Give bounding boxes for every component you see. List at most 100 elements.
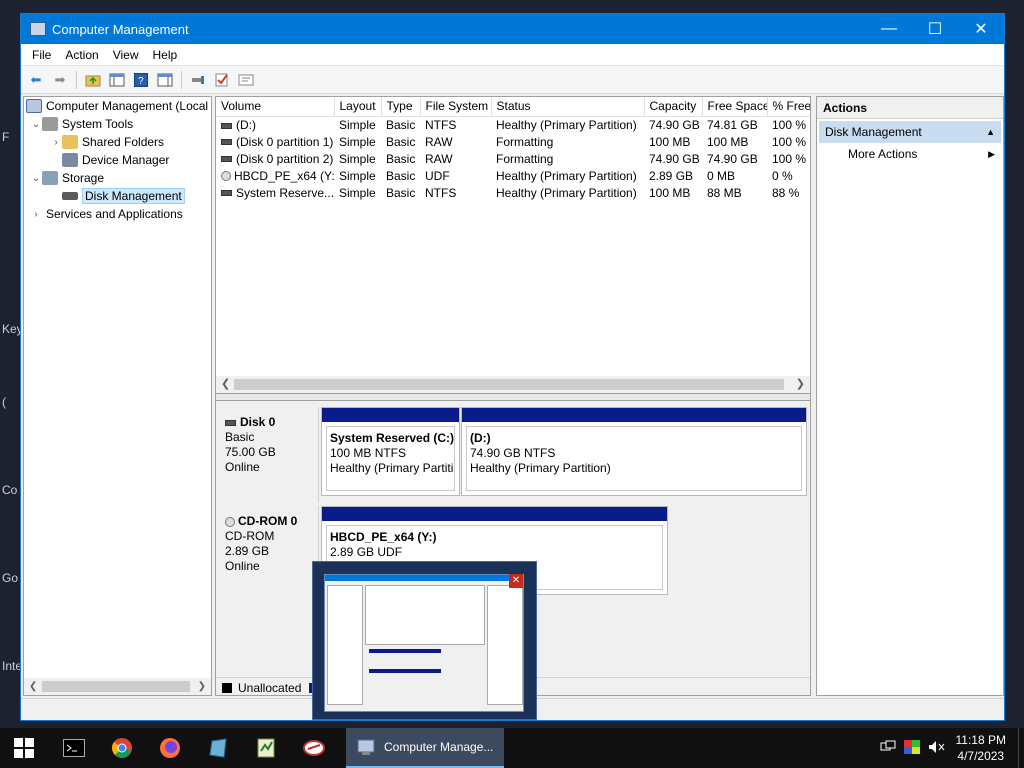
table-row[interactable]: (D:) Simple Basic NTFS Healthy (Primary … xyxy=(216,116,810,133)
chevron-down-icon[interactable]: ⌄ xyxy=(30,173,42,184)
chrome-icon xyxy=(112,738,132,758)
disk-state: Online xyxy=(225,460,260,474)
more-actions-item[interactable]: More Actions ▶ xyxy=(817,143,1003,165)
scroll-left-icon[interactable]: ❮ xyxy=(221,377,230,390)
actions-section-disk-management[interactable]: Disk Management ▲ xyxy=(819,121,1001,143)
show-hide-action-pane-button[interactable] xyxy=(154,69,176,91)
thumbnail-close-icon[interactable]: ✕ xyxy=(509,574,523,588)
cell-type: Basic xyxy=(386,117,416,132)
minimize-button[interactable]: — xyxy=(866,14,912,44)
color-app-icon[interactable] xyxy=(903,739,920,757)
show-hide-console-tree-button[interactable] xyxy=(106,69,128,91)
taskbar-app-blue[interactable] xyxy=(194,728,242,768)
chevron-down-icon[interactable]: ⌄ xyxy=(30,119,42,130)
column-header-free-space[interactable]: Free Space xyxy=(702,97,768,117)
folder-up-icon xyxy=(85,75,101,86)
back-button[interactable]: ⬅ xyxy=(25,69,47,91)
cell-capacity: 100 MB xyxy=(649,185,691,200)
clock-date: 4/7/2023 xyxy=(957,749,1005,763)
column-header-status[interactable]: Status xyxy=(491,97,645,117)
forward-button[interactable]: ➡ xyxy=(49,69,71,91)
taskbar-terminal[interactable] xyxy=(50,728,98,768)
column-header-type[interactable]: Type xyxy=(381,97,421,117)
scroll-right-icon[interactable]: ❯ xyxy=(796,377,805,390)
tree-item-root[interactable]: Computer Management (Local xyxy=(24,97,211,115)
chevron-right-icon[interactable]: › xyxy=(30,209,42,220)
scroll-right-icon[interactable]: ❯ xyxy=(198,681,206,692)
tree-horizontal-scrollbar[interactable]: ❮ ❯ xyxy=(24,678,211,695)
column-header-capacity[interactable]: Capacity xyxy=(644,97,703,117)
thumbnail-window-image xyxy=(324,574,524,712)
menu-view[interactable]: View xyxy=(106,48,146,62)
properties-button[interactable] xyxy=(235,69,257,91)
console-tree: Computer Management (Local ⌄ System Tool… xyxy=(23,96,212,696)
scroll-thumb[interactable] xyxy=(234,379,784,390)
title-bar[interactable]: Computer Management — ☐ ✕ xyxy=(21,14,1004,44)
disk-0-label[interactable]: Disk 0 Basic 75.00 GB Online xyxy=(216,407,319,503)
connect-button[interactable] xyxy=(187,69,209,91)
disk-name: Disk 0 xyxy=(240,415,276,429)
chevron-right-icon[interactable]: › xyxy=(50,137,62,148)
system-tools-icon xyxy=(42,117,58,131)
terminal-icon xyxy=(63,739,85,757)
tree-item-storage[interactable]: ⌄ Storage xyxy=(24,169,211,187)
cell-file-system: NTFS xyxy=(425,117,457,132)
taskbar-thumbnail-preview[interactable]: ✕ xyxy=(312,561,537,720)
menu-help[interactable]: Help xyxy=(146,48,185,62)
taskbar-computer-management[interactable]: Computer Manage... xyxy=(346,728,504,768)
taskbar-app-red[interactable] xyxy=(290,728,338,768)
partition-d[interactable]: (D:) 74.90 GB NTFS Healthy (Primary Part… xyxy=(461,407,807,496)
cd-drive-icon xyxy=(221,171,231,182)
cell-capacity: 74.90 GB xyxy=(649,151,700,166)
checklist-icon xyxy=(215,73,228,86)
partition-system-reserved[interactable]: System Reserved (C:) 100 MB NTFS Healthy… xyxy=(321,407,460,496)
column-header-percent-free[interactable]: % Free xyxy=(767,97,810,117)
tree-item-system-tools[interactable]: ⌄ System Tools xyxy=(24,115,211,133)
cell-capacity: 100 MB xyxy=(649,134,691,149)
menu-action[interactable]: Action xyxy=(58,48,105,62)
column-header-volume[interactable]: Volume xyxy=(216,97,335,117)
table-row[interactable]: (Disk 0 partition 2) Simple Basic RAW Fo… xyxy=(216,150,810,167)
disk-0-row[interactable]: Disk 0 Basic 75.00 GB Online System Rese… xyxy=(216,407,810,503)
maximize-button[interactable]: ☐ xyxy=(912,14,958,44)
table-row[interactable]: System Reserve... Simple Basic NTFS Heal… xyxy=(216,184,810,201)
column-header-file-system[interactable]: File System xyxy=(420,97,492,117)
cdrom-0-label[interactable]: CD-ROM 0 CD-ROM 2.89 GB Online xyxy=(216,506,319,602)
pane-splitter[interactable] xyxy=(216,393,810,401)
partition-status: Healthy (Primary Partition) xyxy=(470,461,611,475)
volume-muted-icon[interactable] xyxy=(928,740,946,757)
taskbar-notepad[interactable] xyxy=(242,728,290,768)
cell-layout: Simple xyxy=(339,151,376,166)
start-button[interactable] xyxy=(0,728,48,768)
menu-file[interactable]: File xyxy=(25,48,58,62)
table-row[interactable]: (Disk 0 partition 1) Simple Basic RAW Fo… xyxy=(216,133,810,150)
tree-item-disk-management[interactable]: Disk Management xyxy=(24,187,211,205)
svg-text:?: ? xyxy=(138,76,144,87)
scroll-left-icon[interactable]: ❮ xyxy=(29,681,37,692)
table-row[interactable]: HBCD_PE_x64 (Y:) Simple Basic UDF Health… xyxy=(216,167,810,184)
tree-item-services[interactable]: › Services and Applications xyxy=(24,205,211,223)
system-tray: 11:18 PM 4/7/2023 xyxy=(880,728,1024,768)
column-header-layout[interactable]: Layout xyxy=(334,97,382,117)
checklist-button[interactable] xyxy=(211,69,233,91)
computer-management-icon xyxy=(30,22,46,36)
scroll-thumb[interactable] xyxy=(42,681,190,692)
volume-list-horizontal-scrollbar[interactable]: ❮ ❯ xyxy=(216,376,810,393)
cell-free-space: 0 MB xyxy=(707,168,736,183)
show-desktop-button[interactable] xyxy=(1018,728,1024,768)
tree-item-device-manager[interactable]: Device Manager xyxy=(24,151,211,169)
taskbar-chrome[interactable] xyxy=(98,728,146,768)
up-folder-button[interactable] xyxy=(82,69,104,91)
taskbar-firefox[interactable] xyxy=(146,728,194,768)
cell-file-system: NTFS xyxy=(425,185,457,200)
disk-size: 75.00 GB xyxy=(225,445,276,459)
close-button[interactable]: ✕ xyxy=(958,14,1004,44)
collapse-up-icon[interactable]: ▲ xyxy=(986,127,995,137)
clock[interactable]: 11:18 PM 4/7/2023 xyxy=(956,732,1006,764)
partition-size: 100 MB NTFS xyxy=(330,446,407,460)
help-button[interactable]: ? xyxy=(130,69,152,91)
cell-free-space: 74.81 GB xyxy=(707,117,758,132)
tree-item-shared-folders[interactable]: › Shared Folders xyxy=(24,133,211,151)
network-icon[interactable] xyxy=(880,740,896,757)
cell-status: Healthy (Primary Partition) xyxy=(496,168,637,183)
